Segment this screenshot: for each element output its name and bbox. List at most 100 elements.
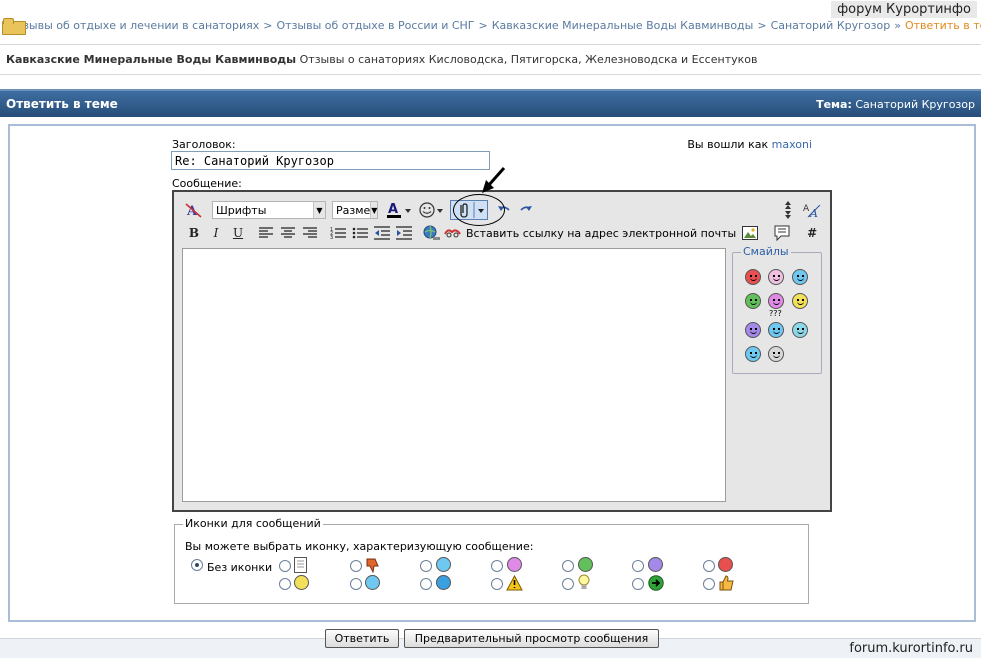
radio-icon-2[interactable] [350, 560, 362, 572]
remove-format-icon[interactable]: A [184, 200, 204, 220]
logged-in-text: Вы вошли как [687, 138, 769, 151]
reply-button[interactable]: Ответить [325, 629, 399, 648]
message-icons-hint: Вы можете выбрать иконку, характеризующу… [185, 540, 534, 553]
indent-icon[interactable] [394, 223, 414, 243]
radio-icon-5[interactable] [562, 560, 574, 572]
sad-icon [648, 557, 663, 572]
subject-input[interactable] [171, 151, 490, 170]
align-left-icon[interactable] [256, 223, 276, 243]
bold-icon[interactable]: B [184, 223, 204, 243]
watermark-bottom: forum.kurortinfo.ru [849, 641, 973, 656]
laugh-smiley-icon[interactable] [768, 293, 784, 309]
preview-button[interactable]: Предварительный просмотр сообщения [404, 629, 659, 648]
breadcrumb-link-2[interactable]: Отзывы об отдыхе в России и СНГ [277, 19, 475, 32]
radio-icon-10[interactable] [420, 578, 432, 590]
grin-icon [578, 557, 593, 572]
breadcrumb-current: Ответить в теме [904, 18, 981, 32]
svg-text:A: A [388, 202, 398, 217]
resize-editor-icon[interactable] [778, 200, 798, 220]
svg-text:A: A [803, 204, 810, 214]
cheeky-smiley-icon[interactable] [792, 322, 808, 338]
breadcrumb-separator: > [263, 18, 273, 32]
radio-icon-7[interactable] [703, 560, 715, 572]
insert-email-icon[interactable] [444, 223, 462, 243]
breadcrumb-link-3[interactable]: Кавказские Минеральные Воды Кавминводы [492, 19, 754, 32]
redo-icon[interactable] [516, 200, 536, 220]
kiss-smiley-icon[interactable] [768, 269, 784, 285]
document-icon [294, 557, 308, 576]
underline-icon[interactable]: U [228, 223, 248, 243]
forum-info: Кавказские Минеральные Воды Кавминводы О… [0, 44, 981, 75]
radio-icon-14[interactable] [703, 578, 715, 590]
outdent-icon[interactable] [372, 223, 392, 243]
breadcrumb-link-1[interactable]: Отзывы об отдыхе и лечении в санаториях [8, 19, 259, 32]
forum-name: Кавказские Минеральные Воды Кавминводы [6, 53, 297, 66]
breadcrumb-link-4[interactable]: Санаторий Кругозор [771, 19, 891, 32]
quote-icon[interactable] [772, 223, 792, 243]
italic-icon[interactable]: I [206, 223, 226, 243]
wink-icon [436, 557, 451, 572]
grin-smiley-icon[interactable] [745, 293, 761, 309]
smilies-panel: Смайлы ??? [732, 245, 822, 374]
reply-header: Ответить в теме Тема: Санаторий Кругозор [0, 89, 981, 117]
message-icons-fieldset: Иконки для сообщений Вы можете выбрать и… [174, 517, 809, 604]
radio-icon-4[interactable] [491, 560, 503, 572]
thumbs-down-icon [365, 557, 381, 576]
question-marks: ??? [769, 309, 782, 318]
page-title: Ответить в теме [6, 97, 118, 111]
chevron-down-icon: ▼ [370, 202, 378, 218]
confused-smiley-icon[interactable] [768, 322, 784, 338]
radio-no-icon[interactable] [191, 559, 203, 571]
radio-icon-12[interactable] [562, 578, 574, 590]
question-icon [436, 575, 451, 590]
smile-smiley-icon[interactable] [792, 293, 808, 309]
logged-in-info: Вы вошли как maxoni [687, 138, 812, 151]
thumbs-up-icon [718, 574, 735, 594]
toolbar-row-2: B I U 123 Вставить ссылку на адрес элект… [184, 223, 824, 243]
insert-link-icon[interactable] [422, 223, 442, 243]
radio-icon-9[interactable] [350, 578, 362, 590]
sad-smiley-icon[interactable] [745, 322, 761, 338]
radio-icon-11[interactable] [491, 578, 503, 590]
smilies-legend: Смайлы [741, 245, 791, 258]
subject-label: Заголовок: [172, 138, 236, 151]
angry-icon [718, 557, 733, 572]
message-textarea[interactable] [182, 248, 726, 502]
ordered-list-icon[interactable]: 123 [328, 223, 348, 243]
chevron-down-icon: ▼ [313, 202, 325, 218]
breadcrumb-separator: > [757, 18, 767, 32]
radio-icon-3[interactable] [420, 560, 432, 572]
insert-image-icon[interactable] [740, 223, 760, 243]
align-center-icon[interactable] [278, 223, 298, 243]
angry-smiley-icon[interactable] [745, 269, 761, 285]
font-select-value: Шрифты [216, 203, 267, 217]
toggle-mode-icon[interactable]: AA [802, 200, 822, 220]
smile-icon [294, 575, 309, 590]
arrow-right-icon [648, 575, 664, 594]
size-select-value: Разме [336, 203, 371, 217]
radio-icon-13[interactable] [632, 578, 644, 590]
wink-smiley-icon[interactable] [792, 269, 808, 285]
shocked-smiley-icon[interactable] [768, 346, 784, 362]
username-link[interactable]: maxoni [772, 138, 812, 151]
hash-icon[interactable]: # [802, 223, 822, 243]
pointer-arrow-icon [478, 166, 508, 199]
lightbulb-icon [577, 574, 591, 594]
font-color-button[interactable]: A [386, 200, 412, 220]
insert-email-label[interactable]: Вставить ссылку на адрес электронной поч… [466, 227, 736, 240]
size-select[interactable]: Разме ▼ [332, 201, 378, 219]
cool-smiley-icon[interactable] [745, 346, 761, 362]
radio-icon-6[interactable] [632, 560, 644, 572]
font-select[interactable]: Шрифты ▼ [212, 201, 326, 219]
align-right-icon[interactable] [300, 223, 320, 243]
svg-text:3: 3 [330, 235, 333, 240]
radio-icon-8[interactable] [279, 578, 291, 590]
smiley-insert-button[interactable] [418, 200, 446, 220]
laugh-icon [507, 557, 522, 572]
breadcrumb-separator: » [894, 18, 901, 32]
breadcrumb-separator: > [478, 18, 488, 32]
no-icon-label: Без иконки [207, 561, 273, 574]
message-label: Сообщение: [172, 177, 242, 190]
unordered-list-icon[interactable] [350, 223, 370, 243]
radio-icon-1[interactable] [279, 560, 291, 572]
